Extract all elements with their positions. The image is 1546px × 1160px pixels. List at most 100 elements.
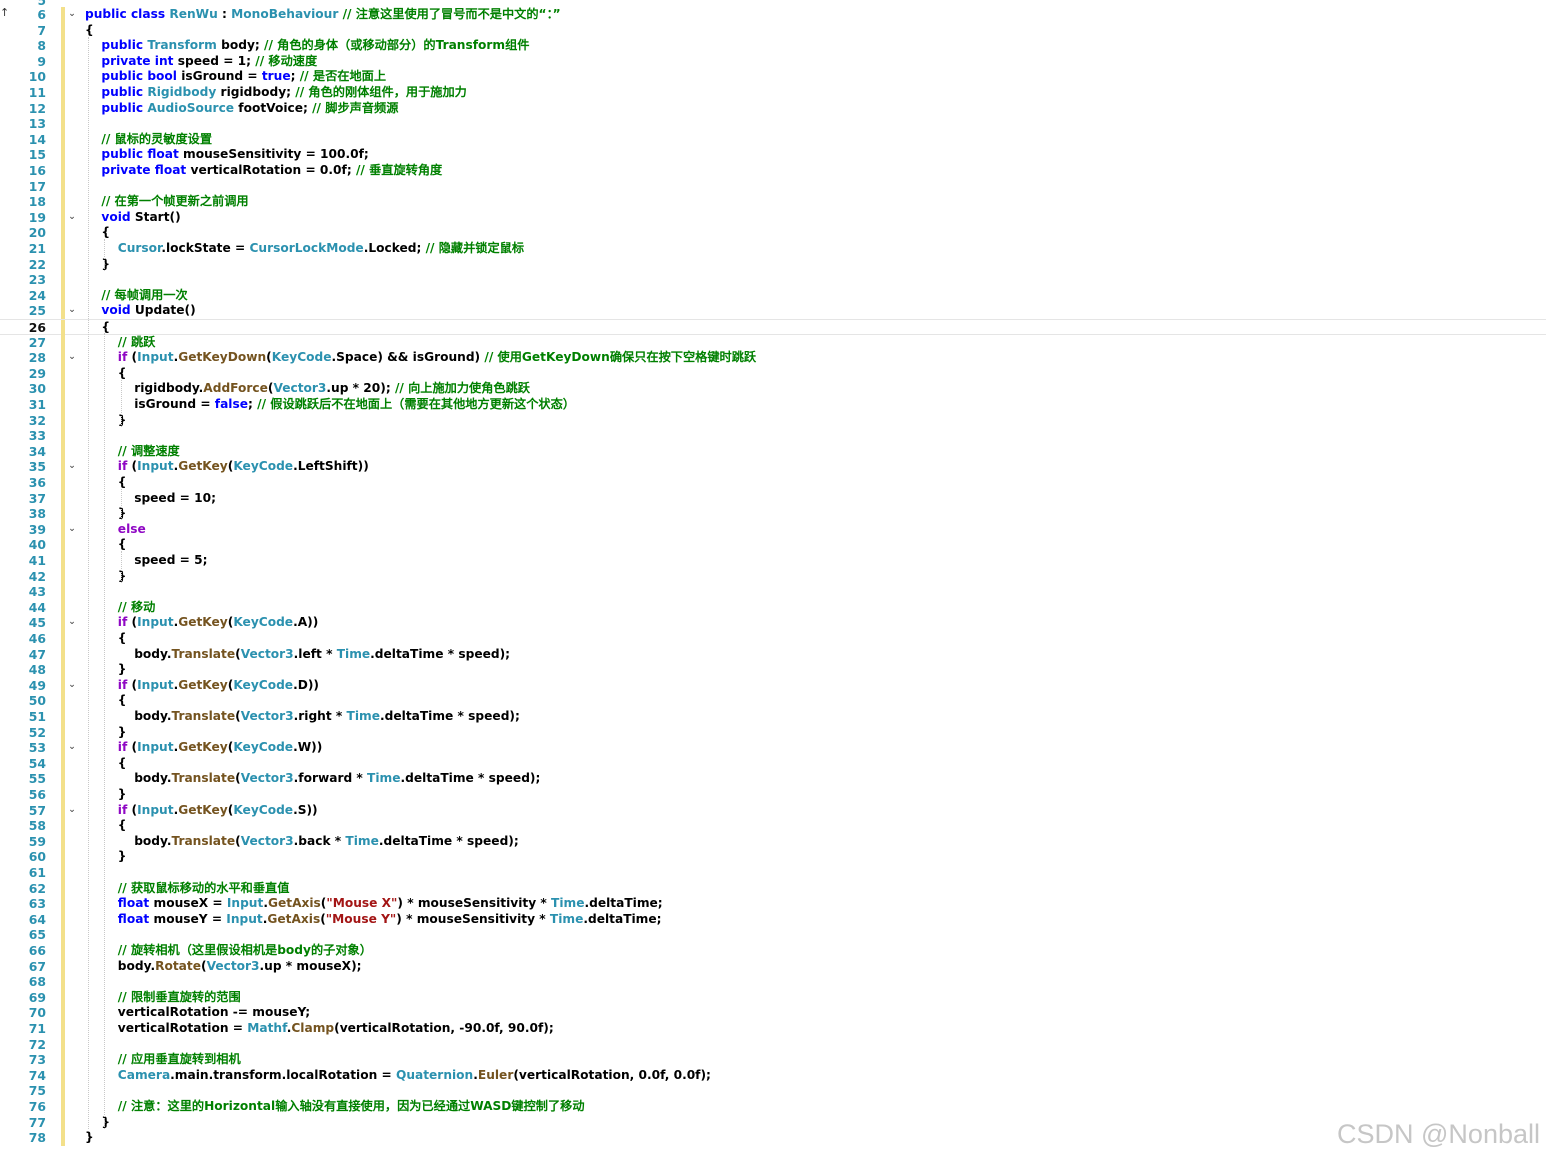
- code-line[interactable]: 8 public Transform body; // 角色的身体（或移动部分）的…: [0, 38, 1546, 55]
- code-text: body.Translate(Vector3.right * Time.delt…: [134, 709, 520, 725]
- code-token: Vector3: [273, 381, 327, 396]
- code-line[interactable]: 77}: [0, 1114, 1546, 1131]
- fold-chevron-icon[interactable]: ⌄: [67, 303, 77, 319]
- code-line[interactable]: 17: [0, 178, 1546, 195]
- code-editor[interactable]: 5 ↑ 6 ⌄ public class RenWu : MonoBehaviour…: [0, 0, 1546, 1160]
- code-line[interactable]: 39 ⌄ else: [0, 521, 1546, 538]
- change-marker: [61, 428, 65, 445]
- code-line[interactable]: 47 body.Translate(Vector3.left * Time.del…: [0, 646, 1546, 663]
- code-line[interactable]: 64 float mouseY = Input.GetAxis("Mouse Y"…: [0, 911, 1546, 928]
- code-token: GetKeyDown: [178, 350, 267, 365]
- code-token: if: [117, 677, 132, 692]
- code-line[interactable]: 76 // 注意：这里的Horizontal输入轴没有直接使用，因为已经通过WAS…: [0, 1099, 1546, 1115]
- code-line[interactable]: 19 ⌄ void Start(): [0, 209, 1546, 226]
- fold-chevron-icon[interactable]: ⌄: [67, 350, 77, 366]
- code-line[interactable]: 66 // 旋转相机（这里假设相机是body的子对象）: [0, 943, 1546, 959]
- code-line[interactable]: 22}: [0, 256, 1546, 273]
- fold-chevron-icon[interactable]: ⌄: [67, 210, 77, 226]
- code-line[interactable]: 51 body.Translate(Vector3.right * Time.de…: [0, 709, 1546, 725]
- code-line[interactable]: 57 ⌄ if (Input.GetKey(KeyCode.S)): [0, 802, 1546, 819]
- fold-chevron-icon[interactable]: ⌄: [67, 740, 77, 756]
- code-line[interactable]: 14 // 鼠标的灵敏度设置: [0, 131, 1546, 148]
- code-token: }: [117, 412, 127, 427]
- code-line[interactable]: 15 public float mouseSensitivity = 100.0f…: [0, 147, 1546, 164]
- change-marker: [61, 1114, 65, 1131]
- code-line[interactable]: 53 ⌄ if (Input.GetKey(KeyCode.W)): [0, 740, 1546, 757]
- code-line[interactable]: 48}: [0, 662, 1546, 679]
- code-line[interactable]: 27 // 跳跃: [0, 334, 1546, 351]
- code-line[interactable]: 13: [0, 116, 1546, 133]
- code-line[interactable]: 45 ⌄ if (Input.GetKey(KeyCode.A)): [0, 615, 1546, 632]
- code-line[interactable]: 65: [0, 927, 1546, 944]
- code-line[interactable]: 70 verticalRotation -= mouseY;: [0, 1005, 1546, 1022]
- code-line[interactable]: 7{: [0, 22, 1546, 39]
- code-token: float: [117, 911, 154, 926]
- code-line[interactable]: 60}: [0, 849, 1546, 866]
- code-line[interactable]: 46 {: [0, 631, 1546, 647]
- code-line[interactable]: 75: [0, 1083, 1546, 1100]
- code-line[interactable]: 55 body.Translate(Vector3.forward * Time.…: [0, 771, 1546, 788]
- code-line[interactable]: 25 ⌄ void Update(): [0, 303, 1546, 320]
- code-line[interactable]: 67 body.Rotate(Vector3.up * mouseX);: [0, 958, 1546, 975]
- code-line[interactable]: 54 {: [0, 755, 1546, 772]
- code-line[interactable]: 26 {: [0, 319, 1546, 336]
- code-line[interactable]: 11 public Rigidbody rigidbody; // 角色的刚体组件…: [0, 85, 1546, 101]
- code-line[interactable]: 38}: [0, 506, 1546, 523]
- code-text: // 旋转相机（这里假设相机是body的子对象）: [118, 943, 372, 959]
- code-line[interactable]: 41 speed = 5;: [0, 553, 1546, 569]
- code-line[interactable]: 23: [0, 272, 1546, 289]
- indent-guide: [104, 239, 105, 271]
- code-line[interactable]: 49 ⌄ if (Input.GetKey(KeyCode.D)): [0, 677, 1546, 694]
- code-token: Camera: [117, 1067, 171, 1082]
- code-line[interactable]: 36 {: [0, 475, 1546, 491]
- code-line[interactable]: 35 ⌄ if (Input.GetKey(KeyCode.LeftShift)): [0, 459, 1546, 476]
- code-line[interactable]: 62 // 获取鼠标移动的水平和垂直值: [0, 880, 1546, 897]
- code-line[interactable]: 6 ⌄ public class RenWu : MonoBehaviour // …: [0, 7, 1546, 23]
- code-line[interactable]: 74 Camera.main.transform.localRotation = …: [0, 1067, 1546, 1084]
- code-line[interactable]: 71 verticalRotation = Mathf.Clamp(vertica…: [0, 1021, 1546, 1037]
- code-line[interactable]: 24 // 每帧调用一次: [0, 287, 1546, 304]
- code-line[interactable]: 28 ⌄ if (Input.GetKeyDown(KeyCode.Space) &…: [0, 350, 1546, 367]
- code-line[interactable]: 9 private int speed = 1; // 移动速度: [0, 53, 1546, 70]
- code-line[interactable]: 56}: [0, 787, 1546, 803]
- code-line[interactable]: 34 // 调整速度: [0, 443, 1546, 460]
- code-token: mouseX =: [153, 896, 227, 911]
- fold-chevron-icon[interactable]: ⌄: [67, 678, 77, 694]
- code-line[interactable]: 21 Cursor.lockState = CursorLockMode.Lock…: [0, 241, 1546, 257]
- fold-chevron-icon[interactable]: ⌄: [67, 459, 77, 475]
- fold-chevron-icon[interactable]: ⌄: [67, 7, 77, 23]
- fold-chevron-icon[interactable]: ⌄: [67, 803, 77, 819]
- code-line[interactable]: 42}: [0, 568, 1546, 585]
- code-line[interactable]: 12 public AudioSource footVoice; // 脚步声音频…: [0, 100, 1546, 117]
- code-line[interactable]: 31 isGround = false; // 假设跳跃后不在地面上（需要在其他地…: [0, 397, 1546, 413]
- fold-chevron-icon[interactable]: ⌄: [67, 522, 77, 538]
- code-text: if (Input.GetKey(KeyCode.A)): [118, 615, 318, 631]
- code-line[interactable]: 43: [0, 584, 1546, 601]
- code-line[interactable]: 69 // 限制垂直旋转的范围: [0, 989, 1546, 1006]
- code-line[interactable]: 44 // 移动: [0, 599, 1546, 616]
- code-line[interactable]: 20 {: [0, 225, 1546, 242]
- code-line[interactable]: 52}: [0, 724, 1546, 741]
- code-line[interactable]: 50 {: [0, 693, 1546, 710]
- code-line[interactable]: 68: [0, 974, 1546, 991]
- code-line[interactable]: 30 rigidbody.AddForce(Vector3.up * 20); /…: [0, 381, 1546, 398]
- code-line[interactable]: 18 // 在第一个帧更新之前调用: [0, 194, 1546, 211]
- code-token: GetKey: [178, 740, 228, 755]
- code-line[interactable]: 59 body.Translate(Vector3.back * Time.del…: [0, 833, 1546, 850]
- code-line[interactable]: 16 private float verticalRotation = 0.0f;…: [0, 163, 1546, 179]
- code-line[interactable]: 73 // 应用垂直旋转到相机: [0, 1052, 1546, 1069]
- code-line[interactable]: 33: [0, 428, 1546, 445]
- code-line[interactable]: 63 float mouseX = Input.GetAxis("Mouse X"…: [0, 896, 1546, 913]
- code-line[interactable]: 37 speed = 10;: [0, 490, 1546, 507]
- code-line[interactable]: 72: [0, 1036, 1546, 1053]
- code-line[interactable]: 58 {: [0, 818, 1546, 835]
- code-line[interactable]: 61: [0, 865, 1546, 881]
- code-line[interactable]: 32}: [0, 412, 1546, 429]
- code-line[interactable]: 10 public bool isGround = true; // 是否在地面上: [0, 69, 1546, 86]
- code-text: }: [118, 787, 127, 803]
- code-token: .W)): [293, 740, 323, 755]
- code-line[interactable]: 78}: [0, 1130, 1546, 1147]
- fold-chevron-icon[interactable]: ⌄: [67, 615, 77, 631]
- code-line[interactable]: 40 {: [0, 537, 1546, 554]
- code-line[interactable]: 29 {: [0, 365, 1546, 382]
